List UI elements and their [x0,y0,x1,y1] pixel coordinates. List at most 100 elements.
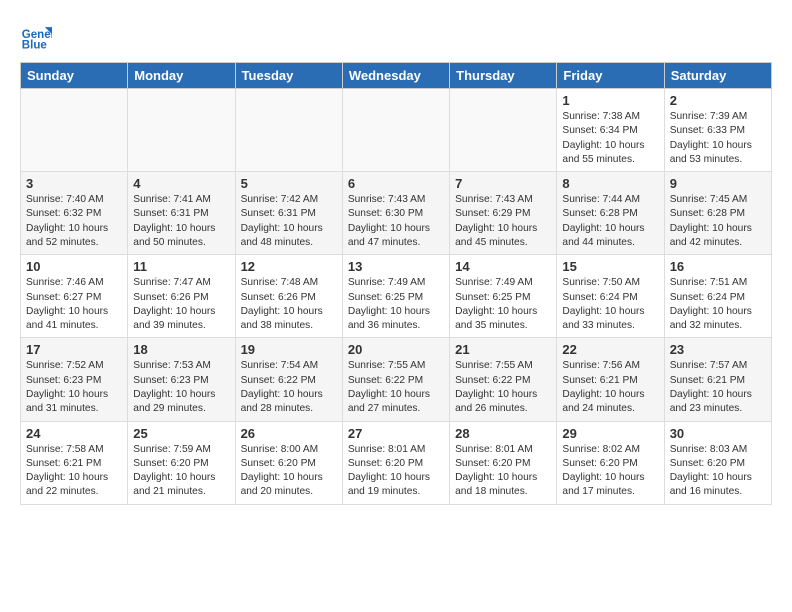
calendar-cell: 9 Sunrise: 7:45 AM Sunset: 6:28 PM Daylig… [664,172,771,255]
calendar-cell [21,89,128,172]
day-number: 30 [670,426,766,441]
day-number: 27 [348,426,444,441]
calendar-cell: 11 Sunrise: 7:47 AM Sunset: 6:26 PM Dayli… [128,255,235,338]
day-number: 8 [562,176,658,191]
calendar-cell: 22 Sunrise: 7:56 AM Sunset: 6:21 PM Dayli… [557,338,664,421]
day-number: 5 [241,176,337,191]
calendar-cell: 27Sunrise: 8:01 AM Sunset: 6:20 PM Dayli… [342,421,449,504]
page-header: General Blue [20,20,772,52]
day-number: 17 [26,342,122,357]
calendar-week-row: 24 Sunrise: 7:58 AM Sunset: 6:21 PM Dayli… [21,421,772,504]
day-number: 13 [348,259,444,274]
calendar-week-row: 17 Sunrise: 7:52 AM Sunset: 6:23 PM Dayli… [21,338,772,421]
day-number: 15 [562,259,658,274]
day-number: 25 [133,426,229,441]
weekday-header: Tuesday [235,63,342,89]
day-info: Sunrise: 7:40 AM Sunset: 6:32 PM Dayligh… [26,193,122,250]
day-info: Sunrise: 8:00 AM Sunset: 6:20 PM Dayligh… [241,443,337,500]
day-number: 28 [455,426,551,441]
calendar-cell: 25 Sunrise: 7:59 AM Sunset: 6:20 PM Dayli… [128,421,235,504]
weekday-header: Thursday [450,63,557,89]
calendar-body: 1Sunrise: 7:38 AM Sunset: 6:34 PM Daylig… [21,89,772,505]
day-info: Sunrise: 7:54 AM Sunset: 6:22 PM Dayligh… [241,359,337,416]
day-number: 23 [670,342,766,357]
day-number: 11 [133,259,229,274]
day-info: Sunrise: 7:45 AM Sunset: 6:28 PM Dayligh… [670,193,766,250]
day-number: 18 [133,342,229,357]
calendar-cell: 26Sunrise: 8:00 AM Sunset: 6:20 PM Dayli… [235,421,342,504]
calendar-cell: 20 Sunrise: 7:55 AM Sunset: 6:22 PM Dayli… [342,338,449,421]
day-number: 7 [455,176,551,191]
day-number: 3 [26,176,122,191]
day-info: Sunrise: 7:50 AM Sunset: 6:24 PM Dayligh… [562,276,658,333]
calendar-cell: 29 Sunrise: 8:02 AM Sunset: 6:20 PM Dayli… [557,421,664,504]
calendar-cell: 13 Sunrise: 7:49 AM Sunset: 6:25 PM Dayli… [342,255,449,338]
day-info: Sunrise: 7:51 AM Sunset: 6:24 PM Dayligh… [670,276,766,333]
calendar-cell: 28 Sunrise: 8:01 AM Sunset: 6:20 PM Dayli… [450,421,557,504]
day-info: Sunrise: 7:49 AM Sunset: 6:25 PM Dayligh… [348,276,444,333]
day-number: 22 [562,342,658,357]
day-info: Sunrise: 8:03 AM Sunset: 6:20 PM Dayligh… [670,443,766,500]
weekday-header: Saturday [664,63,771,89]
day-number: 20 [348,342,444,357]
day-info: Sunrise: 8:01 AM Sunset: 6:20 PM Dayligh… [455,443,551,500]
day-number: 12 [241,259,337,274]
calendar-cell [450,89,557,172]
calendar-cell: 5 Sunrise: 7:42 AM Sunset: 6:31 PM Daylig… [235,172,342,255]
day-info: Sunrise: 7:47 AM Sunset: 6:26 PM Dayligh… [133,276,229,333]
day-info: Sunrise: 7:56 AM Sunset: 6:21 PM Dayligh… [562,359,658,416]
calendar-cell: 16 Sunrise: 7:51 AM Sunset: 6:24 PM Dayli… [664,255,771,338]
calendar-cell: 10 Sunrise: 7:46 AM Sunset: 6:27 PM Dayli… [21,255,128,338]
calendar-cell: 1Sunrise: 7:38 AM Sunset: 6:34 PM Daylig… [557,89,664,172]
day-number: 29 [562,426,658,441]
day-info: Sunrise: 7:52 AM Sunset: 6:23 PM Dayligh… [26,359,122,416]
calendar-cell: 3 Sunrise: 7:40 AM Sunset: 6:32 PM Daylig… [21,172,128,255]
day-info: Sunrise: 7:57 AM Sunset: 6:21 PM Dayligh… [670,359,766,416]
day-info: Sunrise: 7:58 AM Sunset: 6:21 PM Dayligh… [26,443,122,500]
day-number: 2 [670,93,766,108]
calendar-cell: 14 Sunrise: 7:49 AM Sunset: 6:25 PM Dayli… [450,255,557,338]
calendar-cell: 23 Sunrise: 7:57 AM Sunset: 6:21 PM Dayli… [664,338,771,421]
day-number: 4 [133,176,229,191]
svg-text:Blue: Blue [22,39,48,51]
day-number: 19 [241,342,337,357]
day-info: Sunrise: 7:59 AM Sunset: 6:20 PM Dayligh… [133,443,229,500]
day-number: 10 [26,259,122,274]
day-number: 1 [562,93,658,108]
calendar: SundayMondayTuesdayWednesdayThursdayFrid… [20,62,772,505]
calendar-week-row: 1Sunrise: 7:38 AM Sunset: 6:34 PM Daylig… [21,89,772,172]
calendar-cell: 30 Sunrise: 8:03 AM Sunset: 6:20 PM Dayli… [664,421,771,504]
day-info: Sunrise: 7:53 AM Sunset: 6:23 PM Dayligh… [133,359,229,416]
calendar-week-row: 10 Sunrise: 7:46 AM Sunset: 6:27 PM Dayli… [21,255,772,338]
calendar-header-row: SundayMondayTuesdayWednesdayThursdayFrid… [21,63,772,89]
day-number: 16 [670,259,766,274]
logo: General Blue [20,20,58,52]
day-info: Sunrise: 8:02 AM Sunset: 6:20 PM Dayligh… [562,443,658,500]
calendar-cell: 15 Sunrise: 7:50 AM Sunset: 6:24 PM Dayli… [557,255,664,338]
calendar-cell: 17 Sunrise: 7:52 AM Sunset: 6:23 PM Dayli… [21,338,128,421]
day-info: Sunrise: 7:43 AM Sunset: 6:29 PM Dayligh… [455,193,551,250]
calendar-cell [342,89,449,172]
day-number: 14 [455,259,551,274]
day-info: Sunrise: 7:55 AM Sunset: 6:22 PM Dayligh… [348,359,444,416]
day-number: 9 [670,176,766,191]
day-number: 24 [26,426,122,441]
day-info: Sunrise: 7:42 AM Sunset: 6:31 PM Dayligh… [241,193,337,250]
day-info: Sunrise: 7:39 AM Sunset: 6:33 PM Dayligh… [670,110,766,167]
day-info: Sunrise: 7:48 AM Sunset: 6:26 PM Dayligh… [241,276,337,333]
calendar-cell: 4Sunrise: 7:41 AM Sunset: 6:31 PM Daylig… [128,172,235,255]
calendar-cell [235,89,342,172]
calendar-cell: 12 Sunrise: 7:48 AM Sunset: 6:26 PM Dayli… [235,255,342,338]
day-info: Sunrise: 7:46 AM Sunset: 6:27 PM Dayligh… [26,276,122,333]
calendar-cell: 19 Sunrise: 7:54 AM Sunset: 6:22 PM Dayli… [235,338,342,421]
day-number: 21 [455,342,551,357]
day-info: Sunrise: 7:44 AM Sunset: 6:28 PM Dayligh… [562,193,658,250]
weekday-header: Sunday [21,63,128,89]
calendar-cell: 8 Sunrise: 7:44 AM Sunset: 6:28 PM Daylig… [557,172,664,255]
weekday-header: Monday [128,63,235,89]
day-info: Sunrise: 7:49 AM Sunset: 6:25 PM Dayligh… [455,276,551,333]
calendar-cell: 21 Sunrise: 7:55 AM Sunset: 6:22 PM Dayli… [450,338,557,421]
calendar-cell: 7 Sunrise: 7:43 AM Sunset: 6:29 PM Daylig… [450,172,557,255]
day-info: Sunrise: 7:55 AM Sunset: 6:22 PM Dayligh… [455,359,551,416]
day-number: 6 [348,176,444,191]
